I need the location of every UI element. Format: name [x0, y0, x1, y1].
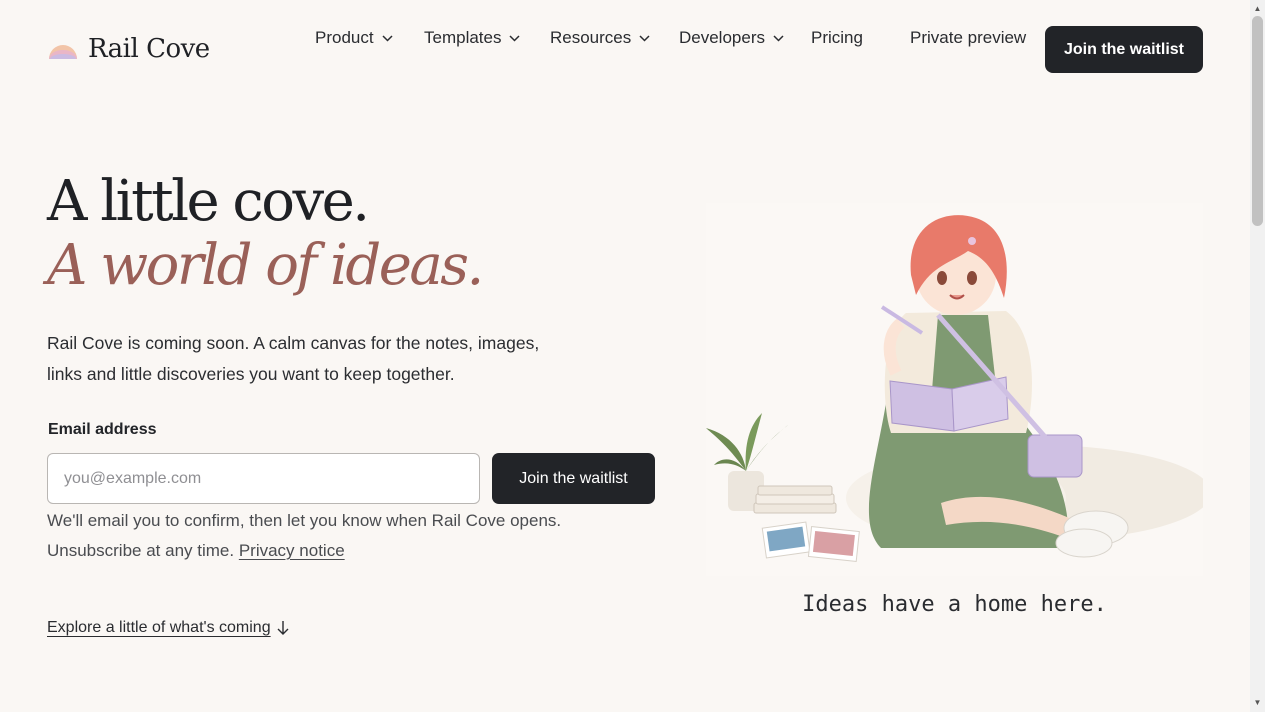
nav-private-preview-label: Private preview	[910, 28, 1027, 47]
illustration-girl-reading-icon	[706, 203, 1211, 576]
explore-link-label: Explore a little of what's coming	[47, 619, 271, 636]
nav-pricing-label: Pricing	[811, 28, 863, 47]
header-waitlist-button[interactable]: Join the waitlist	[1045, 26, 1203, 73]
nav-private-preview[interactable]: Private preview	[910, 28, 1026, 48]
signup-note: We'll email you to confirm, then let you…	[47, 506, 647, 566]
arrow-down-icon	[277, 621, 289, 635]
nav-templates[interactable]: Templates	[424, 28, 521, 48]
nav-product[interactable]: Product	[315, 28, 393, 48]
nav-developers[interactable]: Developers	[679, 28, 784, 48]
chevron-down-icon	[639, 34, 650, 42]
privacy-link[interactable]: Privacy notice	[239, 541, 345, 560]
chevron-down-icon	[773, 34, 784, 42]
nav-resources-label: Resources	[550, 28, 632, 47]
chevron-down-icon	[509, 34, 521, 42]
brand-logo[interactable]: Rail Cove	[48, 34, 210, 64]
hero-illustration	[706, 203, 1211, 576]
email-label: Email address	[48, 421, 157, 438]
headline-secondary: A world of ideas.	[47, 233, 484, 298]
brand-name: Rail Cove	[88, 34, 210, 64]
scroll-up-icon[interactable]: ▲	[1250, 2, 1265, 16]
nav-developers-label: Developers	[679, 28, 765, 47]
explore-link[interactable]: Explore a little of what's coming	[47, 619, 289, 637]
hero-description: Rail Cove is coming soon. A calm canvas …	[47, 333, 540, 384]
waitlist-submit-button[interactable]: Join the waitlist	[492, 453, 655, 504]
chevron-down-icon	[382, 34, 393, 42]
nav-pricing[interactable]: Pricing	[811, 28, 863, 48]
nav-product-label: Product	[315, 28, 374, 47]
nav-resources[interactable]: Resources	[550, 28, 650, 48]
headline-primary: A little cove.	[47, 169, 370, 234]
illustration-caption: Ideas have a home here.	[802, 592, 1107, 617]
logo-icon	[49, 45, 77, 59]
scrollbar-thumb[interactable]	[1252, 16, 1263, 226]
nav-templates-label: Templates	[424, 28, 502, 47]
email-field[interactable]	[47, 453, 480, 504]
scroll-down-icon[interactable]: ▼	[1250, 696, 1265, 710]
